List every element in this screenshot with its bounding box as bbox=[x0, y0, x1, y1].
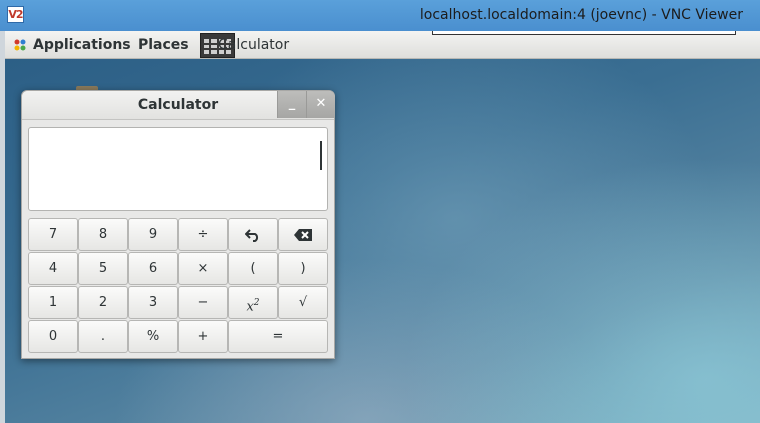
key-5[interactable]: 5 bbox=[78, 252, 128, 285]
minimize-button[interactable]: _ bbox=[277, 91, 306, 118]
key-sqrt[interactable]: √ bbox=[278, 286, 328, 319]
places-menu[interactable]: Places bbox=[138, 31, 189, 59]
key-add[interactable]: + bbox=[178, 320, 228, 353]
key-equals[interactable]: = bbox=[228, 320, 328, 353]
key-left-paren[interactable]: ( bbox=[228, 252, 278, 285]
key-subtract[interactable]: − bbox=[178, 286, 228, 319]
text-cursor bbox=[320, 141, 322, 170]
key-undo[interactable] bbox=[228, 218, 278, 251]
calculator-window: Calculator _ ✕ 7 8 9 ÷ 4 5 6 × ( ) 1 2 3… bbox=[21, 90, 335, 359]
vnc-logo-icon: V2 bbox=[7, 6, 24, 23]
close-button[interactable]: ✕ bbox=[306, 91, 335, 118]
key-0[interactable]: 0 bbox=[28, 320, 78, 353]
applications-icon bbox=[14, 39, 26, 51]
vnc-window-title: localhost.localdomain:4 (joevnc) - VNC V… bbox=[419, 7, 743, 23]
applications-menu[interactable]: Applications bbox=[33, 31, 131, 59]
backspace-icon bbox=[294, 228, 312, 241]
square-exponent: 2 bbox=[253, 298, 260, 308]
key-right-paren[interactable]: ) bbox=[278, 252, 328, 285]
top-panel: Applications Places Calculator bbox=[5, 31, 760, 59]
key-4[interactable]: 4 bbox=[28, 252, 78, 285]
key-backspace[interactable] bbox=[278, 218, 328, 251]
key-2[interactable]: 2 bbox=[78, 286, 128, 319]
key-percent[interactable]: % bbox=[128, 320, 178, 353]
key-6[interactable]: 6 bbox=[128, 252, 178, 285]
key-9[interactable]: 9 bbox=[128, 218, 178, 251]
key-multiply[interactable]: × bbox=[178, 252, 228, 285]
key-decimal[interactable]: . bbox=[78, 320, 128, 353]
key-8[interactable]: 8 bbox=[78, 218, 128, 251]
active-app-menu[interactable]: Calculator bbox=[218, 31, 289, 59]
undo-icon bbox=[244, 228, 259, 242]
panel-window-list bbox=[432, 31, 736, 35]
calculator-display[interactable] bbox=[28, 127, 328, 211]
calculator-header: Calculator _ ✕ bbox=[22, 91, 335, 120]
key-1[interactable]: 1 bbox=[28, 286, 78, 319]
vnc-titlebar: V2 localhost.localdomain:4 (joevnc) - VN… bbox=[0, 0, 760, 32]
key-square[interactable]: x2 bbox=[228, 286, 278, 319]
key-divide[interactable]: ÷ bbox=[178, 218, 228, 251]
key-3[interactable]: 3 bbox=[128, 286, 178, 319]
key-7[interactable]: 7 bbox=[28, 218, 78, 251]
square-base: x bbox=[246, 299, 254, 315]
